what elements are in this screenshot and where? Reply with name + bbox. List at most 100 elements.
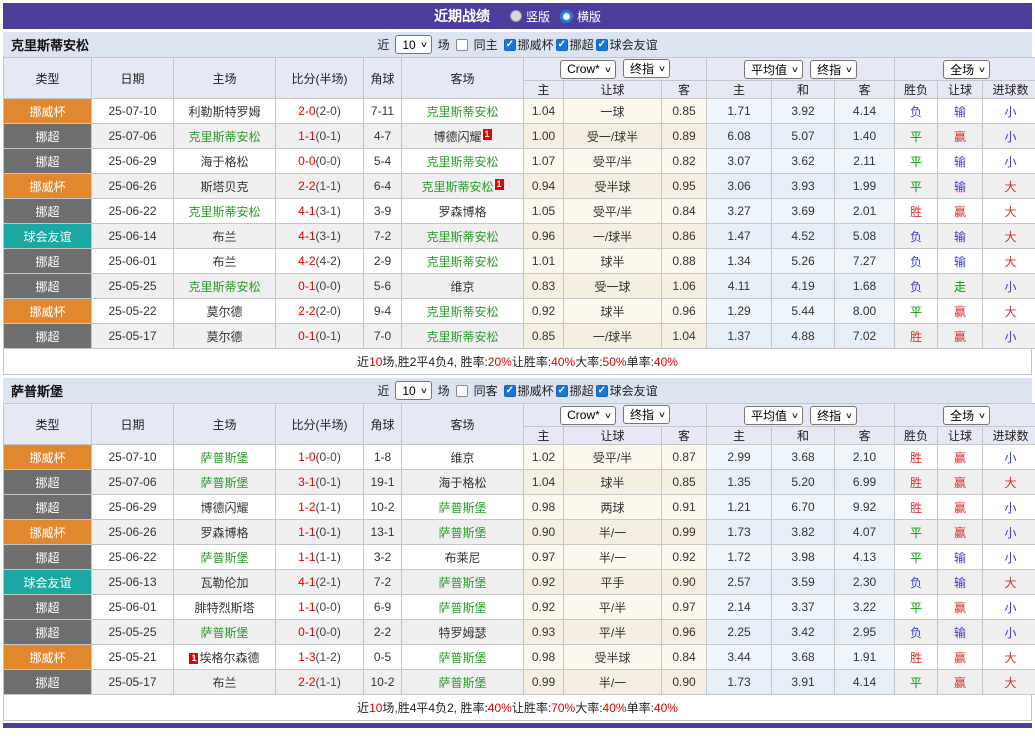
home-team: 莫尔德 bbox=[173, 323, 276, 349]
match-row: 挪威杯 25-06-26 斯塔贝克 2-2(1-1) 6-4 克里斯蒂安松 1 0… bbox=[3, 173, 1035, 199]
result-handicap: 赢 bbox=[937, 644, 984, 670]
match-count-select[interactable]: 10 ∨ bbox=[395, 35, 432, 54]
euro-away-odds: 4.07 bbox=[833, 519, 896, 545]
team-name-text: 维京 bbox=[450, 450, 475, 465]
team-name-text: 萨普斯堡 bbox=[438, 600, 487, 615]
halftime-score: (1-2) bbox=[315, 650, 341, 664]
euro-home-odds: 1.21 bbox=[706, 494, 772, 520]
result-wdl: 胜 bbox=[894, 469, 939, 495]
league-checkbox[interactable] bbox=[555, 384, 568, 397]
league-checkbox[interactable] bbox=[555, 38, 568, 51]
euro-away-odds: 2.11 bbox=[833, 148, 896, 174]
handicap-away-odds: 0.96 bbox=[661, 619, 707, 645]
summary-text: 让胜率: bbox=[511, 355, 552, 369]
same-venue-checkbox[interactable] bbox=[455, 384, 468, 397]
result-wdl: 平 bbox=[894, 519, 939, 545]
team-name-text: 特罗姆瑟 bbox=[438, 625, 487, 640]
radio-horizontal-layout[interactable]: 横版 bbox=[560, 8, 601, 25]
handicap-away-odds: 0.85 bbox=[661, 98, 707, 124]
team-name-text: 萨普斯堡 bbox=[438, 675, 487, 690]
results-tbody: 挪威杯 25-07-10 利勒斯特罗姆 2-0(2-0) 7-11 克里斯蒂安松… bbox=[3, 98, 1035, 349]
euro-stage-select[interactable]: 终指 ∨ bbox=[810, 405, 858, 425]
handicap-home-odds: 0.96 bbox=[523, 223, 564, 249]
away-team: 克里斯蒂安松 bbox=[401, 148, 524, 174]
fulltime-score: 0-0 bbox=[298, 154, 316, 168]
euro-company-select[interactable]: 平均值 ∨ bbox=[743, 405, 803, 425]
result-handicap: 走 bbox=[937, 273, 984, 299]
handicap-line: 受平/半 bbox=[563, 148, 662, 174]
match-date: 25-06-14 bbox=[91, 223, 174, 249]
match-type-badge: 挪超 bbox=[3, 248, 92, 274]
league-checkbox[interactable] bbox=[595, 38, 608, 51]
match-type-badge: 挪威杯 bbox=[3, 519, 92, 545]
result-handicap: 输 bbox=[937, 619, 984, 645]
league-label: 挪超 bbox=[569, 384, 594, 398]
result-wdl: 负 bbox=[894, 248, 939, 274]
radio-selected-icon[interactable] bbox=[560, 9, 573, 23]
fulltime-score: 1-1 bbox=[298, 550, 316, 564]
match-date: 25-06-22 bbox=[91, 198, 174, 224]
home-team: 萨普斯堡 bbox=[173, 544, 276, 570]
corner-count: 3-2 bbox=[363, 544, 402, 570]
euro-draw-odds: 3.98 bbox=[771, 544, 835, 570]
handicap-company-select[interactable]: Crow* ∨ bbox=[560, 405, 616, 425]
league-checkbox[interactable] bbox=[503, 38, 516, 51]
col-eu-draw: 和 bbox=[771, 426, 835, 445]
match-row: 挪超 25-05-17 莫尔德 0-1(0-1) 7-0 克里斯蒂安松 0.85… bbox=[3, 323, 1035, 349]
handicap-away-odds: 0.88 bbox=[661, 248, 707, 274]
scope-select[interactable]: 全场 ∨ bbox=[943, 405, 990, 425]
radio-vertical-layout[interactable]: 竖版 bbox=[509, 8, 550, 25]
team-name-text: 罗森博格 bbox=[200, 525, 249, 540]
summary-text: 场,胜4平4负2, 胜率: bbox=[382, 701, 488, 715]
handicap-home-odds: 1.02 bbox=[523, 444, 564, 470]
handicap-away-odds: 1.04 bbox=[661, 323, 707, 349]
match-count-select[interactable]: 10 ∨ bbox=[395, 381, 432, 400]
home-team: 罗森博格 bbox=[173, 519, 276, 545]
handicap-company-select[interactable]: Crow* ∨ bbox=[560, 59, 616, 79]
away-team: 克里斯蒂安松 1 bbox=[401, 173, 524, 199]
euro-draw-odds: 4.19 bbox=[771, 273, 835, 299]
home-team: 克里斯蒂安松 bbox=[173, 273, 276, 299]
result-goals: 大 bbox=[982, 669, 1035, 695]
league-checkbox[interactable] bbox=[595, 384, 608, 397]
handicap-group-header: Crow* ∨ 终指 ∨ bbox=[523, 403, 707, 427]
team-name-text: 布莱尼 bbox=[444, 550, 481, 565]
games-label: 场 bbox=[437, 38, 450, 52]
match-date: 25-06-26 bbox=[91, 519, 174, 545]
handicap-stage-select[interactable]: 终指 ∨ bbox=[623, 59, 670, 79]
result-handicap: 输 bbox=[937, 148, 984, 174]
team-name-text: 埃格尔森德 bbox=[199, 650, 260, 665]
match-date: 25-05-22 bbox=[91, 298, 174, 324]
same-venue-checkbox[interactable] bbox=[455, 38, 468, 51]
handicap-line: 受平/半 bbox=[563, 444, 662, 470]
euro-draw-odds: 3.82 bbox=[771, 519, 835, 545]
corner-count: 6-9 bbox=[363, 594, 402, 620]
league-checkbox[interactable] bbox=[503, 384, 516, 397]
euro-company-select[interactable]: 平均值 ∨ bbox=[743, 59, 803, 79]
result-wdl: 平 bbox=[894, 669, 939, 695]
team-name-text: 莫尔德 bbox=[206, 329, 243, 344]
result-goals: 大 bbox=[982, 248, 1035, 274]
summary-stat-value: 10 bbox=[369, 354, 383, 369]
bottom-bar bbox=[3, 723, 1032, 728]
chevron-down-icon: ∨ bbox=[977, 410, 987, 420]
result-handicap: 赢 bbox=[937, 669, 984, 695]
handicap-line: 两球 bbox=[563, 494, 662, 520]
away-team: 萨普斯堡 bbox=[401, 669, 524, 695]
scope-select[interactable]: 全场 ∨ bbox=[943, 59, 990, 79]
match-date: 25-05-21 bbox=[91, 644, 174, 670]
radio-unselected-icon[interactable] bbox=[509, 10, 522, 22]
match-type-badge: 挪超 bbox=[3, 198, 92, 224]
euro-away-odds: 2.10 bbox=[833, 444, 896, 470]
chevron-down-icon: ∨ bbox=[603, 410, 612, 420]
match-date: 25-07-06 bbox=[91, 469, 174, 495]
match-type-badge: 挪超 bbox=[3, 123, 92, 149]
euro-draw-odds: 5.26 bbox=[771, 248, 835, 274]
euro-away-odds: 2.30 bbox=[833, 569, 896, 595]
result-wdl: 平 bbox=[894, 148, 939, 174]
euro-stage-select[interactable]: 终指 ∨ bbox=[810, 59, 858, 79]
summary-text: 大率: bbox=[575, 701, 603, 715]
summary-stat-value: 20% bbox=[487, 354, 512, 369]
handicap-stage-value: 终指 bbox=[630, 62, 655, 77]
handicap-stage-select[interactable]: 终指 ∨ bbox=[623, 405, 670, 425]
